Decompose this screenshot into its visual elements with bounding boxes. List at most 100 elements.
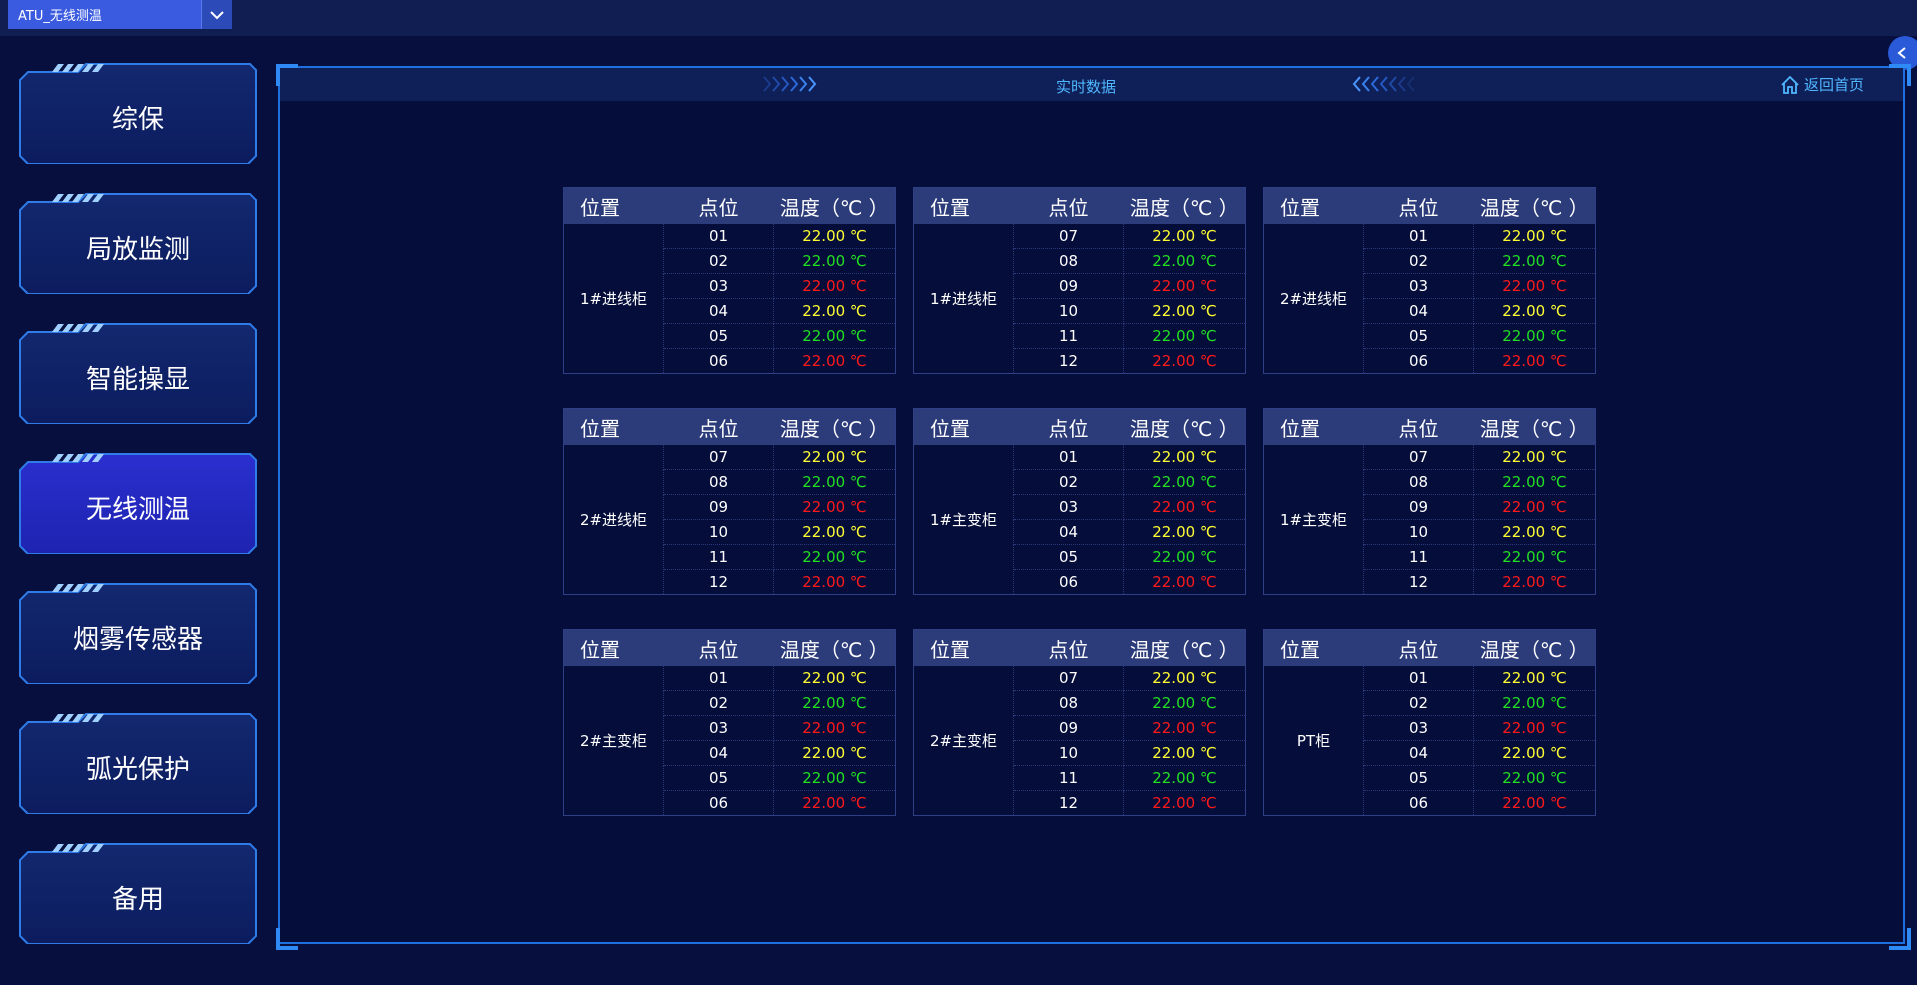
table-header-row: 位置 点位 温度（℃ ）: [913, 408, 1246, 445]
header-position: 位置: [913, 187, 1014, 224]
header-position: 位置: [913, 408, 1014, 445]
header-point: 点位: [1013, 408, 1124, 445]
temp-cell: 22.00 ℃: [1473, 715, 1596, 741]
header-point: 点位: [663, 408, 774, 445]
table-header-row: 位置 点位 温度（℃ ）: [563, 187, 896, 224]
point-cell: 09: [663, 494, 774, 520]
temp-cell: 22.00 ℃: [1123, 323, 1246, 349]
location-cell: 1#主变柜: [913, 445, 1014, 595]
temp-cell: 22.00 ℃: [773, 248, 896, 274]
table-header-row: 位置 点位 温度（℃ ）: [1263, 629, 1596, 666]
header-position: 位置: [563, 408, 664, 445]
nav-button-5[interactable]: 弧光保护: [18, 712, 258, 814]
chevron-down-icon[interactable]: [201, 0, 232, 29]
point-cell: 05: [663, 323, 774, 349]
point-cell: 04: [1363, 740, 1474, 766]
point-cell: 07: [663, 445, 774, 470]
nav-button-6[interactable]: 备用: [18, 842, 258, 944]
table-row: 1#进线柜 07 22.00 ℃: [913, 224, 1246, 374]
corner-decor: [276, 64, 298, 86]
point-cell: 12: [1363, 569, 1474, 595]
nav-label: 弧光保护: [85, 754, 190, 785]
temp-cell: 22.00 ℃: [1123, 544, 1246, 570]
temp-cell: 22.00 ℃: [1473, 445, 1596, 470]
top-bar: [0, 0, 1917, 36]
temp-cell: 22.00 ℃: [773, 569, 896, 595]
location-cell: 1#进线柜: [913, 224, 1014, 374]
point-cell: 12: [1013, 348, 1124, 374]
point-cell: 05: [1363, 323, 1474, 349]
point-cell: 06: [1363, 790, 1474, 816]
location-cell: 1#主变柜: [1263, 445, 1364, 595]
temp-cell: 22.00 ℃: [1473, 298, 1596, 324]
nav-button-3[interactable]: 无线测温: [18, 452, 258, 554]
nav-button-2[interactable]: 智能操显: [18, 322, 258, 424]
temp-cell: 22.00 ℃: [773, 494, 896, 520]
point-cell: 02: [1013, 469, 1124, 495]
header-position: 位置: [563, 629, 664, 666]
home-label: 返回首页: [1804, 76, 1865, 94]
point-cell: 02: [663, 248, 774, 274]
temp-cell: 22.00 ℃: [773, 298, 896, 324]
point-cell: 06: [1363, 348, 1474, 374]
nav-label: 烟雾传感器: [72, 624, 203, 655]
header-point: 点位: [1363, 629, 1474, 666]
temp-cell: 22.00 ℃: [1473, 765, 1596, 791]
point-cell: 07: [1363, 445, 1474, 470]
point-cell: 03: [663, 715, 774, 741]
corner-decor: [1889, 928, 1911, 950]
temp-cell: 22.00 ℃: [1473, 519, 1596, 545]
home-button[interactable]: 返回首页: [1780, 74, 1864, 95]
header-position: 位置: [913, 629, 1014, 666]
point-cell: 12: [1013, 790, 1124, 816]
point-cell: 09: [1363, 494, 1474, 520]
app-selector[interactable]: ATU_无线测温: [8, 0, 232, 29]
nav-button-4[interactable]: 烟雾传感器: [18, 582, 258, 684]
point-cell: 10: [1013, 740, 1124, 766]
header-position: 位置: [1263, 408, 1364, 445]
point-cell: 11: [1013, 765, 1124, 791]
header-position: 位置: [563, 187, 664, 224]
header-temp: 温度（℃ ）: [1473, 187, 1596, 224]
temp-cell: 22.00 ℃: [1123, 765, 1246, 791]
point-cell: 10: [663, 519, 774, 545]
temperature-table: 位置 点位 温度（℃ ） 2#进线柜 07 22.00 ℃ 08 22.00 ℃ 09 22.00…: [563, 408, 896, 595]
point-cell: 04: [663, 298, 774, 324]
temperature-table: 位置 点位 温度（℃ ） 1#主变柜 01 22.00 ℃ 02 22.00 ℃ 03 22.00…: [913, 408, 1246, 595]
temp-cell: 22.00 ℃: [773, 690, 896, 716]
point-cell: 12: [663, 569, 774, 595]
table-row: 1#主变柜 01 22.00 ℃: [913, 445, 1246, 595]
point-cell: 11: [663, 544, 774, 570]
table-header-row: 位置 点位 温度（℃ ）: [563, 408, 896, 445]
point-cell: 07: [1013, 224, 1124, 249]
temp-cell: 22.00 ℃: [773, 519, 896, 545]
temp-cell: 22.00 ℃: [1473, 273, 1596, 299]
nav-button-0[interactable]: 综保: [18, 62, 258, 164]
header-temp: 温度（℃ ）: [773, 629, 896, 666]
table-row: 1#主变柜 07 22.00 ℃: [1263, 445, 1596, 595]
point-cell: 04: [1363, 298, 1474, 324]
nav-label: 综保: [111, 104, 164, 135]
temperature-table: 位置 点位 温度（℃ ） 1#进线柜 01 22.00 ℃ 02 22.00 ℃ 03 22.00…: [563, 187, 896, 374]
point-cell: 01: [663, 224, 774, 249]
header-point: 点位: [1363, 408, 1474, 445]
location-cell: 2#主变柜: [563, 666, 664, 816]
nav-button-1[interactable]: 局放监测: [18, 192, 258, 294]
point-cell: 08: [1013, 690, 1124, 716]
header-temp: 温度（℃ ）: [773, 187, 896, 224]
temp-cell: 22.00 ℃: [1123, 519, 1246, 545]
point-cell: 11: [1363, 544, 1474, 570]
temp-cell: 22.00 ℃: [1473, 790, 1596, 816]
app-selector-value: ATU_无线测温: [18, 9, 102, 24]
point-cell: 04: [1013, 519, 1124, 545]
chevron-left-icon: [1897, 47, 1906, 59]
point-cell: 06: [663, 790, 774, 816]
table-row: 2#主变柜 07 22.00 ℃: [913, 666, 1246, 816]
temp-cell: 22.00 ℃: [1473, 469, 1596, 495]
point-cell: 08: [1013, 248, 1124, 274]
header-temp: 温度（℃ ）: [1473, 408, 1596, 445]
table-row: 2#主变柜 01 22.00 ℃: [563, 666, 896, 816]
point-cell: 06: [663, 348, 774, 374]
corner-decor: [276, 928, 298, 950]
header-position: 位置: [1263, 629, 1364, 666]
